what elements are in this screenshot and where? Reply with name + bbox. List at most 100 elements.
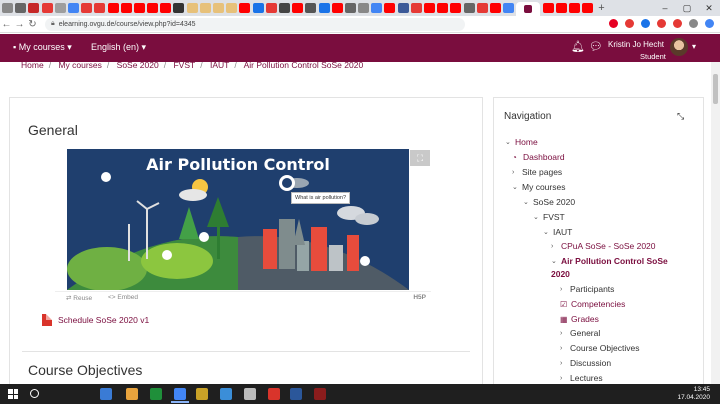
browser-tab[interactable] — [358, 3, 370, 13]
browser-tab[interactable] — [54, 3, 66, 13]
browser-tab[interactable] — [463, 3, 475, 13]
taskbar-app-icon[interactable] — [314, 388, 326, 400]
browser-tab[interactable] — [582, 3, 594, 13]
fullscreen-icon[interactable]: ⛶ — [410, 150, 430, 166]
browser-tab[interactable] — [410, 3, 422, 13]
browser-tab[interactable] — [344, 3, 356, 13]
messages-icon[interactable]: 💬︎ — [589, 40, 603, 53]
new-tab-button[interactable]: + — [598, 2, 604, 14]
browser-tab[interactable] — [173, 3, 185, 13]
breadcrumb-my-courses[interactable]: My courses — [58, 60, 101, 70]
browser-tab[interactable] — [278, 3, 290, 13]
scrollbar-thumb[interactable] — [713, 74, 718, 104]
dock-block-icon[interactable]: ⤡ — [677, 111, 684, 122]
taskbar-app-icon[interactable] — [150, 388, 162, 400]
extension-icon[interactable] — [657, 19, 666, 28]
browser-tab[interactable] — [265, 3, 277, 13]
taskbar-app-icon[interactable] — [126, 388, 138, 400]
extension-icon[interactable] — [625, 19, 634, 28]
forward-icon[interactable]: → — [13, 19, 26, 30]
browser-tab[interactable] — [186, 3, 198, 13]
browser-tab[interactable] — [239, 3, 251, 13]
nav-item-participants[interactable]: › Participants — [560, 284, 614, 294]
minimize-button[interactable]: – — [654, 0, 676, 16]
page-scrollbar[interactable] — [711, 62, 720, 384]
reuse-button[interactable]: ⇄ Reuse — [66, 294, 92, 302]
reload-icon[interactable]: ↻ — [26, 19, 39, 30]
nav-item-dashboard[interactable]: ◔ Dashboard — [512, 152, 565, 162]
notification-bell-icon[interactable]: 🔔︎ — [571, 40, 585, 53]
browser-tab[interactable] — [384, 3, 396, 13]
breadcrumb-sose-2020[interactable]: SoSe 2020 — [117, 60, 159, 70]
language-menu[interactable]: English (en) ▾ — [91, 42, 146, 53]
extension-icon[interactable] — [689, 19, 698, 28]
browser-tab[interactable] — [28, 3, 40, 13]
nav-item-fvst[interactable]: ⌄ FVST — [533, 212, 565, 222]
maximize-button[interactable]: ▢ — [676, 0, 698, 16]
taskbar-app-icon[interactable] — [171, 388, 189, 403]
browser-tab[interactable] — [226, 3, 238, 13]
nav-item-cpua-sose-sose-2020[interactable]: › CPuA SoSe - SoSe 2020 — [551, 241, 656, 251]
taskbar-app-icon[interactable] — [196, 388, 208, 400]
breadcrumb-home[interactable]: Home — [21, 60, 44, 70]
browser-tab[interactable] — [41, 3, 53, 13]
my-courses-menu[interactable]: ▪ My courses ▾ — [13, 42, 72, 53]
taskbar-app-icon[interactable] — [244, 388, 256, 400]
browser-tab[interactable] — [489, 3, 501, 13]
browser-tab[interactable] — [542, 3, 554, 13]
browser-tab[interactable] — [252, 3, 264, 13]
browser-tab[interactable] — [292, 3, 304, 13]
nav-item-discussion[interactable]: › Discussion — [560, 358, 611, 368]
breadcrumb-fvst[interactable]: FVST — [173, 60, 195, 70]
taskbar-app-icon[interactable] — [100, 388, 112, 400]
nav-item-air-pollution-control-sose[interactable]: ⌄ Air Pollution Control SoSe — [551, 256, 668, 266]
nav-item-general[interactable]: › General — [560, 328, 600, 338]
extension-icon[interactable] — [641, 19, 650, 28]
extension-icon[interactable] — [609, 19, 618, 28]
browser-tab[interactable] — [67, 3, 79, 13]
windows-start-icon[interactable] — [8, 389, 18, 399]
extension-icon[interactable] — [673, 19, 682, 28]
taskbar-app-icon[interactable] — [268, 388, 280, 400]
schedule-resource-link[interactable]: Schedule SoSe 2020 v1 — [42, 314, 149, 326]
browser-tab[interactable] — [397, 3, 409, 13]
url-input[interactable]: 🔒︎ elearning.ovgu.de/course/view.php?id=… — [45, 17, 465, 31]
browser-tab[interactable] — [503, 3, 515, 13]
browser-tab[interactable] — [371, 3, 383, 13]
hotspot-tooltip[interactable]: What is air pollution? — [291, 192, 351, 204]
browser-tab[interactable] — [318, 3, 330, 13]
avatar[interactable] — [670, 38, 688, 56]
search-icon[interactable] — [30, 389, 39, 398]
browser-tab[interactable] — [555, 3, 567, 13]
browser-tab[interactable] — [107, 3, 119, 13]
back-icon[interactable]: ← — [0, 19, 13, 30]
nav-item-sose-2020[interactable]: ⌄ SoSe 2020 — [523, 197, 575, 207]
nav-item-site-pages[interactable]: › Site pages — [512, 167, 562, 177]
nav-item-my-courses[interactable]: ⌄ My courses — [512, 182, 565, 192]
nav-item-iaut[interactable]: ⌄ IAUT — [543, 227, 572, 237]
browser-tab[interactable] — [476, 3, 488, 13]
user-name[interactable]: Kristin Jo Hecht — [608, 40, 664, 49]
breadcrumb-course[interactable]: Air Pollution Control SoSe 2020 — [244, 60, 364, 70]
breadcrumb-iaut[interactable]: IAUT — [210, 60, 229, 70]
embed-button[interactable]: <> Embed — [108, 294, 138, 301]
nav-item-home[interactable]: ⌄ Home — [505, 137, 538, 147]
extension-icon[interactable] — [705, 19, 714, 28]
nav-item-lectures[interactable]: › Lectures — [560, 373, 603, 383]
browser-tab[interactable] — [133, 3, 145, 13]
browser-tab-active[interactable] — [516, 2, 541, 16]
taskbar-clock[interactable]: 13:45 17.04.2020 — [677, 386, 710, 402]
browser-tab[interactable] — [331, 3, 343, 13]
browser-tab[interactable] — [2, 3, 13, 13]
browser-tab[interactable] — [147, 3, 159, 13]
browser-tab[interactable] — [568, 3, 580, 13]
browser-tab[interactable] — [160, 3, 172, 13]
browser-tab[interactable] — [213, 3, 224, 13]
browser-tab[interactable] — [305, 3, 317, 13]
browser-tab[interactable] — [199, 3, 211, 13]
browser-tab[interactable] — [450, 3, 462, 13]
taskbar-app-icon[interactable] — [220, 388, 232, 400]
browser-tab[interactable] — [424, 3, 435, 13]
browser-tab[interactable] — [437, 3, 449, 13]
browser-tab[interactable] — [120, 3, 132, 13]
